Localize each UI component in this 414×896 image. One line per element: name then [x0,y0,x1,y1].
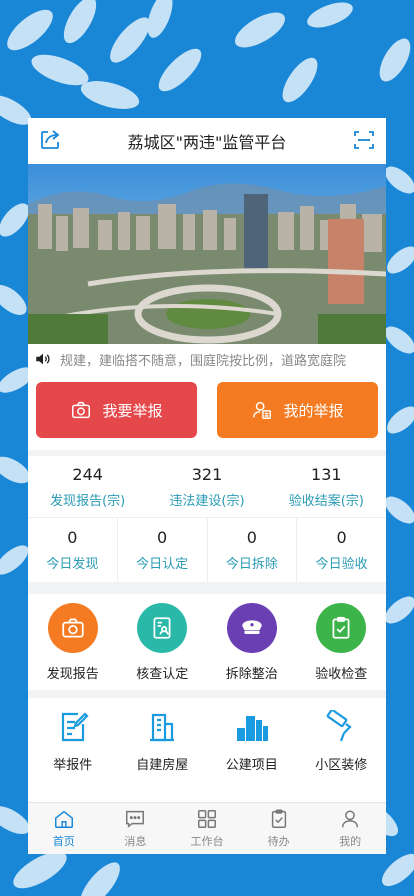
message-icon [126,810,145,828]
grid-item-public-projects[interactable]: 公建项目 [207,710,297,790]
top-bar: 荔城区"两违"监管平台 [28,118,386,164]
notice-bar[interactable]: 规建，建临搭不随意，围庭院按比例，道路宽庭院 [28,344,386,374]
scan-icon[interactable] [352,128,376,152]
stat-found-reports[interactable]: 244 发现报告(宗) [28,456,147,517]
grid-item-renovation[interactable]: 小区装修 [297,710,387,790]
tab-label: 首页 [52,835,75,848]
share-icon[interactable] [38,128,62,152]
stat-value: 0 [246,528,257,547]
tab-messages[interactable]: 消息 [100,803,172,854]
profile-icon [342,810,359,828]
grid-item-label: 验收检查 [315,666,368,682]
camera-icon [62,617,84,638]
page-title: 荔城区"两违"监管平台 [127,133,287,152]
building-icon [150,713,175,742]
stat-illegal-construction[interactable]: 321 违法建设(宗) [147,456,266,517]
report-actions: 我要举报 我的举报 [28,374,386,450]
stat-label: 违法建设(宗) [169,493,245,509]
grid-item-label: 自建房屋 [136,758,189,773]
bottom-tab-bar: 首页 消息 工作台 待办 我的 [28,802,386,854]
category-grid: 举报件 自建房屋 公建项目 小区装修 [28,698,386,790]
tab-todo[interactable]: 待办 [243,803,315,854]
report-button[interactable]: 我要举报 [36,382,197,438]
app-screen: 荔城区"两违"监管平台 规建，建临搭不随意，围庭院按比例，道路宽庭院 我要举报 … [28,118,386,854]
stat-today-found[interactable]: 0 今日发现 [28,518,118,582]
notice-text: 规建，建临搭不随意，围庭院按比例，道路宽庭院 [60,353,347,369]
stat-value: 0 [157,528,168,547]
grid-item-label: 发现报告 [46,666,99,682]
tab-label: 我的 [339,835,362,848]
report-button-label: 我要举报 [102,401,163,420]
my-reports-button[interactable]: 我的举报 [217,382,378,438]
grid-item-self-built[interactable]: 自建房屋 [118,710,208,790]
stat-label: 验收结案(宗) [288,493,364,509]
stat-value: 321 [191,464,223,484]
stat-today-accepted[interactable]: 0 今日验收 [297,518,386,582]
todo-icon [271,809,286,828]
city-banner-image [28,164,386,344]
grid-item-found-report[interactable]: 发现报告 [28,602,118,682]
stat-value: 0 [67,528,78,547]
grid-item-demolish[interactable]: 拆除整治 [207,602,297,682]
statistics-panel: 244 发现报告(宗) 321 违法建设(宗) 131 验收结案(宗) 0 今日… [28,456,386,582]
grid-item-inspection[interactable]: 验收检查 [297,602,387,682]
workbench-icon [198,810,216,828]
city-buildings-icon [236,716,268,741]
my-reports-label: 我的举报 [283,401,344,420]
stat-value: 0 [336,528,347,547]
tab-home[interactable]: 首页 [28,803,100,854]
stat-closed-cases[interactable]: 131 验收结案(宗) [267,456,386,517]
grid-item-verify[interactable]: 核查认定 [118,602,208,682]
tab-label: 待办 [267,835,290,848]
home-icon [54,810,73,828]
stat-label: 今日验收 [315,557,368,572]
grid-item-label: 举报件 [53,758,93,773]
grid-item-complaints[interactable]: 举报件 [28,710,118,790]
officer-cap-icon [242,619,262,634]
tab-workbench[interactable]: 工作台 [171,803,243,854]
tab-label: 工作台 [190,835,224,848]
stat-label: 今日拆除 [225,557,278,572]
grid-item-label: 拆除整治 [225,666,278,682]
grid-item-label: 小区装修 [315,758,368,773]
clipboard-check-icon [332,616,350,639]
tab-profile[interactable]: 我的 [314,803,386,854]
stat-label: 发现报告(宗) [50,493,126,509]
stat-today-confirmed[interactable]: 0 今日认定 [118,518,208,582]
stat-label: 今日发现 [46,557,99,572]
grid-item-label: 核查认定 [136,666,189,682]
speaker-icon [36,353,50,365]
camera-icon [72,401,91,419]
workflow-grid: 发现报告 核查认定 拆除整治 验收检查 [28,594,386,690]
tab-label: 消息 [124,835,147,848]
user-document-icon [253,401,272,419]
id-card-icon [153,616,171,639]
paint-roller-icon [326,710,352,742]
stat-today-demolished[interactable]: 0 今日拆除 [208,518,298,582]
stat-value: 244 [72,464,103,484]
grid-item-label: 公建项目 [225,758,278,773]
stat-label: 今日认定 [136,557,189,572]
edit-document-icon [61,712,89,742]
stat-value: 131 [311,464,342,484]
